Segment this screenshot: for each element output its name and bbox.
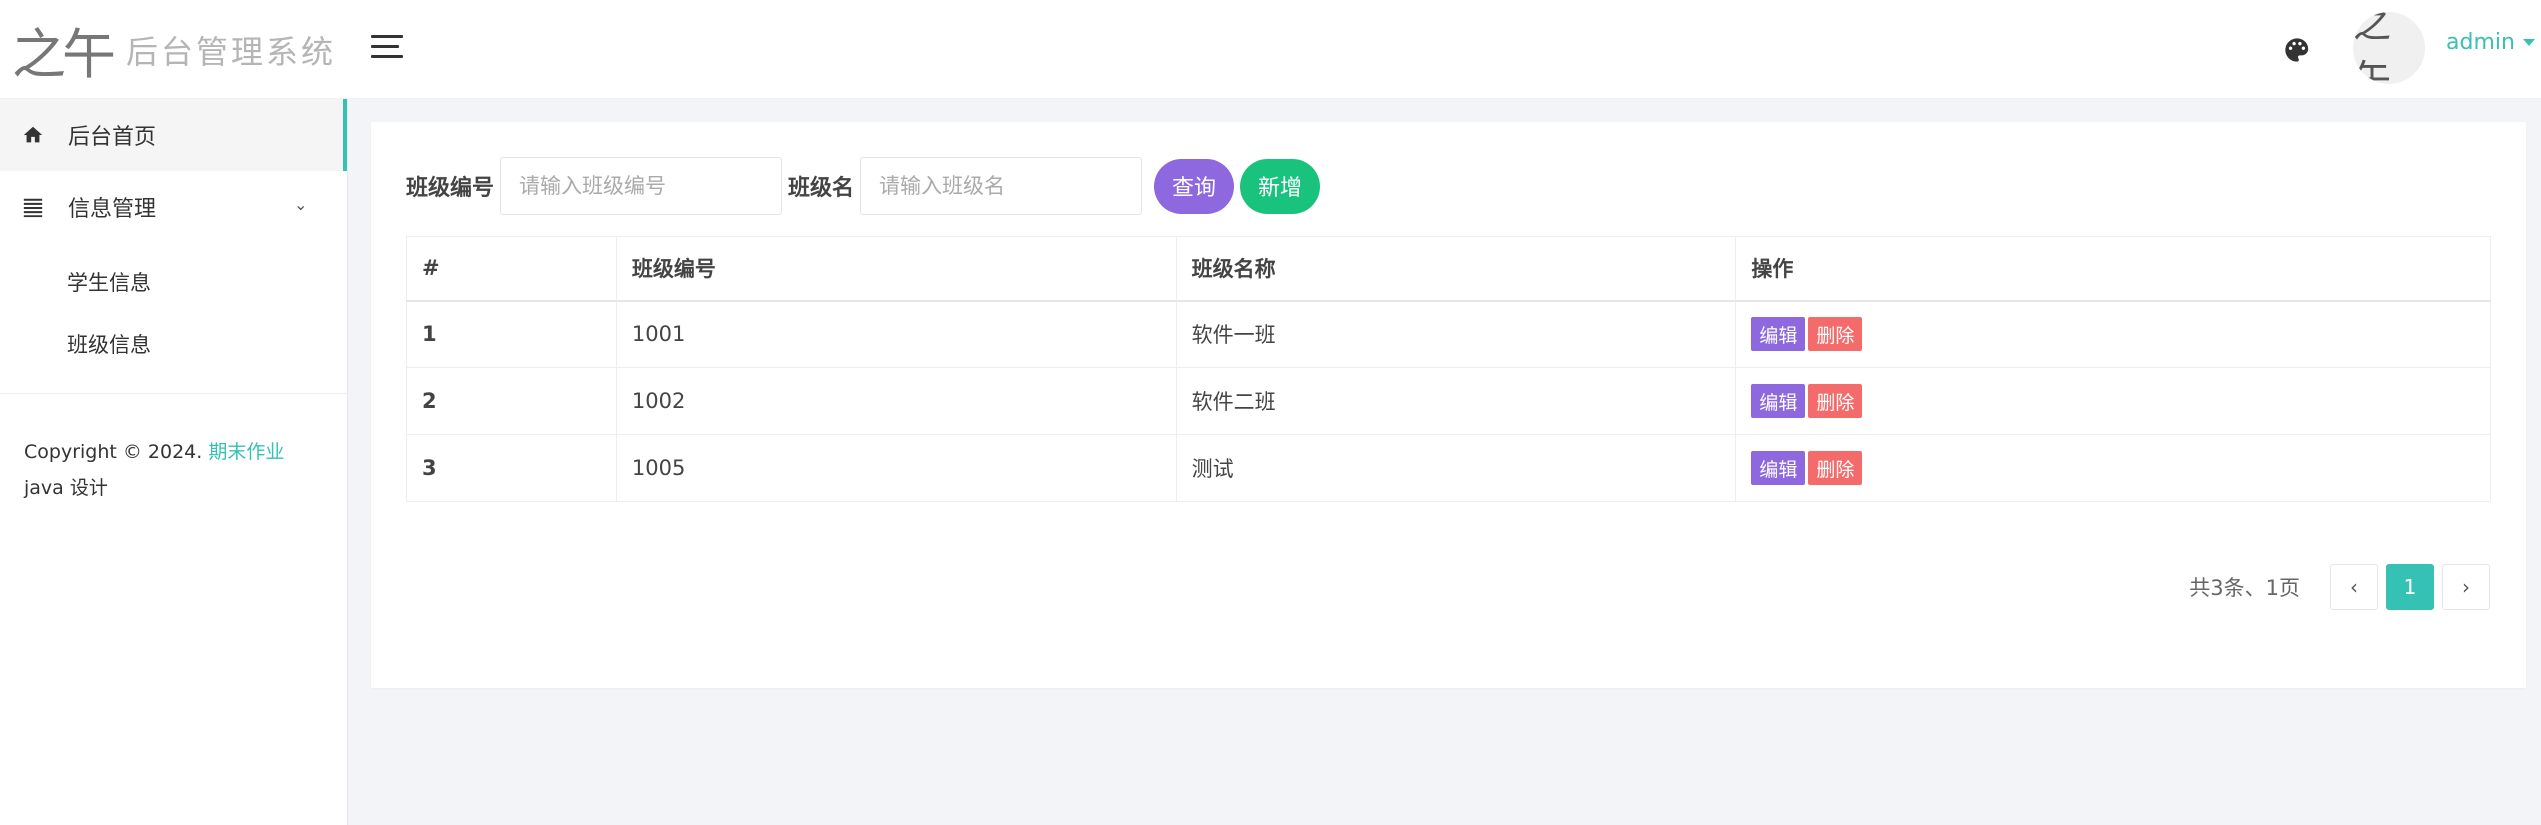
delete-button[interactable]: 删除 (1808, 384, 1863, 418)
edit-button[interactable]: 编辑 (1751, 384, 1806, 418)
delete-button[interactable]: 删除 (1808, 317, 1863, 352)
logo[interactable]: 之午 后台管理系统 (0, 0, 348, 99)
table-row: 1 1001 软件一班 编辑 删除 (406, 300, 2491, 368)
logo-mark: 之午 (12, 23, 116, 86)
chevron-down-icon: ⌄ (294, 195, 308, 214)
class-name-cell: 软件二班 (1175, 367, 1737, 435)
class-name-input[interactable] (860, 157, 1143, 215)
class-no-input[interactable] (500, 157, 783, 215)
actions-cell: 编辑 删除 (1735, 300, 2491, 368)
copyright-suffix: java 设计 (24, 477, 108, 499)
class-no-cell: 1005 (615, 434, 1177, 502)
sidebar-item-home[interactable]: 后台首页 (0, 99, 347, 171)
sidebar-item-info-management[interactable]: 信息管理 ⌄ (0, 171, 347, 243)
sidebar-item-student-info[interactable]: 学生信息 (0, 251, 347, 313)
list-icon (23, 198, 43, 218)
column-header: 班级名称 (1175, 236, 1737, 302)
user-menu[interactable]: admin (2446, 30, 2535, 55)
class-no-cell: 1001 (615, 300, 1177, 368)
table-header-row: # 班级编号 班级名称 操作 (406, 236, 2491, 302)
avatar[interactable]: 之午 (2353, 12, 2425, 84)
table-row: 3 1005 测试 编辑 删除 (406, 434, 2491, 502)
sidebar: 后台首页 信息管理 ⌄ 学生信息 班级信息 Copyright © 2024. … (0, 99, 348, 825)
sidebar-item-label: 后台首页 (68, 125, 157, 150)
sidebar-item-class-info[interactable]: 班级信息 (0, 313, 347, 375)
column-header: 班级编号 (615, 236, 1177, 302)
class-name-label: 班级名 (788, 176, 855, 201)
caret-down-icon (2522, 39, 2535, 46)
copyright-link[interactable]: 期末作业 (208, 441, 284, 463)
next-page-button[interactable]: › (2442, 564, 2490, 610)
copyright-prefix: Copyright © 2024. (24, 441, 209, 463)
home-icon (23, 126, 43, 143)
logo-text: 后台管理系统 (126, 32, 337, 71)
menu-toggle-icon[interactable] (371, 35, 403, 61)
top-header: 之午 后台管理系统 之午 admin (0, 0, 2541, 99)
actions-cell: 编辑 删除 (1735, 434, 2491, 502)
submenu: 学生信息 班级信息 (0, 243, 347, 394)
sidebar-item-label: 信息管理 (68, 197, 157, 222)
pagination: 共3条、1页 ‹ 1 › (2189, 564, 2490, 610)
query-button[interactable]: 查询 (1154, 158, 1235, 214)
page-button-current[interactable]: 1 (2386, 564, 2434, 610)
search-bar: 班级编号 班级名 查询 新增 (406, 157, 1321, 215)
edit-button[interactable]: 编辑 (1751, 451, 1806, 485)
class-name-cell: 测试 (1175, 434, 1737, 502)
pagination-summary: 共3条、1页 (2189, 576, 2300, 600)
actions-cell: 编辑 删除 (1735, 367, 2491, 435)
username: admin (2446, 30, 2515, 55)
row-index: 1 (406, 300, 617, 368)
row-index: 3 (406, 434, 617, 502)
row-index: 2 (406, 367, 617, 435)
copyright: Copyright © 2024. 期末作业 java 设计 (0, 394, 347, 506)
column-header: # (406, 236, 617, 302)
main-card: 班级编号 班级名 查询 新增 # 班级编号 班级名称 操作 1 1001 软件一… (371, 122, 2526, 688)
class-no-cell: 1002 (615, 367, 1177, 435)
class-table: # 班级编号 班级名称 操作 1 1001 软件一班 编辑 删除 2 1002 软… (406, 236, 2491, 502)
add-button[interactable]: 新增 (1240, 158, 1321, 214)
column-header: 操作 (1735, 236, 2491, 302)
table-row: 2 1002 软件二班 编辑 删除 (406, 367, 2491, 435)
prev-page-button[interactable]: ‹ (2330, 564, 2378, 610)
palette-icon[interactable] (2283, 36, 2311, 64)
delete-button[interactable]: 删除 (1808, 451, 1863, 485)
class-name-cell: 软件一班 (1175, 300, 1737, 368)
edit-button[interactable]: 编辑 (1751, 317, 1806, 352)
class-no-label: 班级编号 (406, 176, 495, 201)
